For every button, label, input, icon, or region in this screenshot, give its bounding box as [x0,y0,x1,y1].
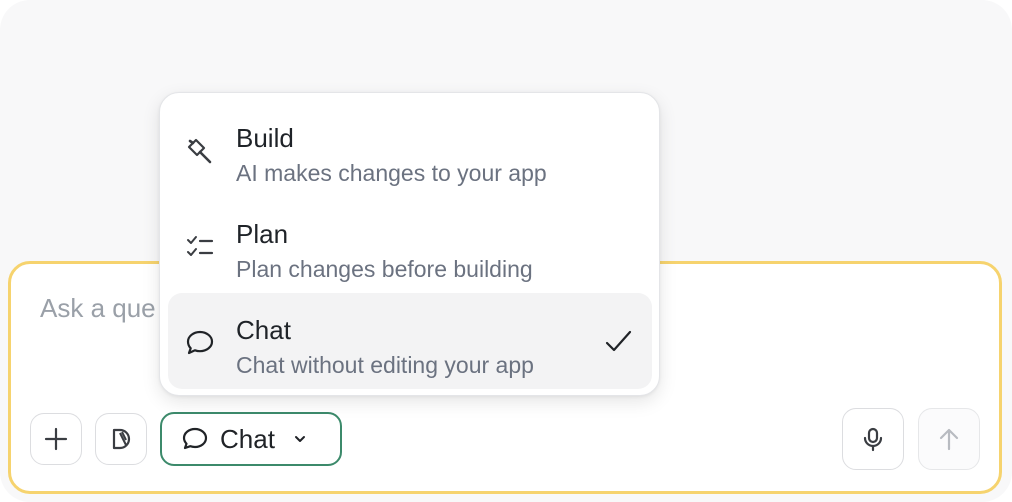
message-input[interactable]: Ask a que [40,293,156,324]
mode-option-plan[interactable]: Plan Plan changes before building [168,197,652,293]
add-attachment-button[interactable] [30,413,82,465]
mode-menu: Build AI makes changes to your app Plan … [159,92,660,396]
mode-option-title: Chat [236,315,291,345]
visual-edit-button[interactable] [95,413,147,465]
chat-bubble-icon [186,330,214,355]
mode-option-build[interactable]: Build AI makes changes to your app [168,101,652,197]
chevron-down-icon [294,436,305,442]
mode-option-description: AI makes changes to your app [236,160,547,186]
send-button[interactable] [918,408,980,470]
voice-input-button[interactable] [842,408,904,470]
mode-option-chat[interactable]: Chat Chat without editing your app [168,293,652,389]
mode-option-description: Plan changes before building [236,256,533,282]
mode-selector-label: Chat [220,423,275,454]
hammer-icon [187,138,212,164]
checkmark-icon [605,330,632,352]
arrow-up-icon [939,428,959,451]
mode-selector-button[interactable]: Chat [160,412,342,466]
checklist-icon [187,236,214,256]
mode-option-title: Build [236,123,294,153]
plus-icon [44,427,68,451]
microphone-icon [863,427,883,452]
mode-option-title: Plan [236,219,289,249]
mode-option-description: Chat without editing your app [236,352,534,378]
chat-bubble-icon [182,427,208,450]
toggle-icon [112,428,131,450]
